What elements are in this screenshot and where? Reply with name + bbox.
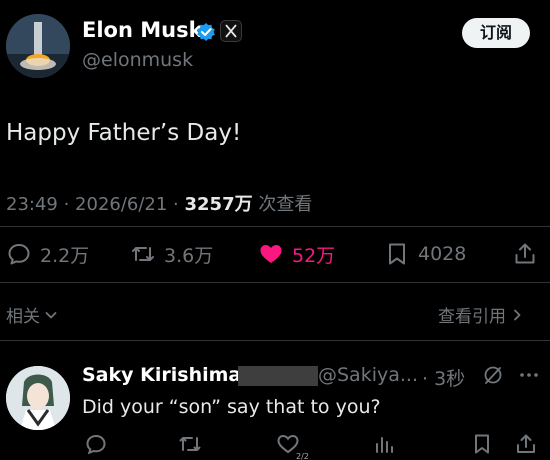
reply-timestamp[interactable]: · 3秒 xyxy=(422,364,465,391)
reply-text: Did your “son” say that to you? xyxy=(82,396,381,418)
divider xyxy=(0,282,550,283)
chevron-down-icon xyxy=(45,311,57,318)
tweet-timestamp[interactable]: 23:49 · 2026/6/21 · xyxy=(6,194,185,215)
verified-badge-icon xyxy=(196,22,216,42)
reply-views-icon[interactable] xyxy=(372,432,396,456)
bookmark-button[interactable]: 4028 xyxy=(384,240,466,268)
x-logo-icon xyxy=(220,20,242,42)
author-handle[interactable]: @elonmusk xyxy=(82,49,193,71)
reply-author-name[interactable]: Saky Kirishima xyxy=(82,364,241,386)
repost-count: 3.6万 xyxy=(164,244,214,267)
tweet-meta: 23:49 · 2026/6/21 · 3257万 次查看 xyxy=(6,190,312,216)
related-dropdown[interactable]: 相关 xyxy=(6,302,58,327)
view-quotes-link[interactable]: 查看引用 xyxy=(438,302,524,327)
bookmark-icon xyxy=(389,243,405,265)
heart-filled-icon xyxy=(260,245,282,263)
divider xyxy=(0,340,550,341)
share-button[interactable] xyxy=(512,240,538,268)
more-options-icon[interactable] xyxy=(518,364,540,386)
views-label: 次查看 xyxy=(252,194,313,215)
reply-reply-icon[interactable] xyxy=(84,432,108,456)
view-quotes-label: 查看引用 xyxy=(438,307,506,327)
repost-button[interactable]: 3.6万 xyxy=(130,240,213,268)
reply-button[interactable]: 2.2万 xyxy=(6,240,89,268)
chevron-right-icon xyxy=(514,309,521,320)
subscribe-button[interactable]: 订阅 xyxy=(462,18,530,48)
reply-count: 2.2万 xyxy=(40,244,90,267)
page-indicator: 2/2 xyxy=(296,452,309,460)
reply-share-icon[interactable] xyxy=(514,432,538,456)
reply-author-handle[interactable]: @Sakiya... xyxy=(318,364,418,386)
reply-icon xyxy=(8,244,30,265)
views-count: 3257万 xyxy=(184,194,253,215)
author-name[interactable]: Elon Musk xyxy=(82,18,203,42)
divider xyxy=(0,226,550,227)
tweet-text: Happy Father’s Day! xyxy=(6,120,242,146)
like-button[interactable]: 52万 xyxy=(258,240,335,268)
bookmark-count: 4028 xyxy=(418,243,467,265)
reply-repost-icon[interactable] xyxy=(178,432,202,456)
reply-avatar[interactable] xyxy=(6,366,70,430)
reply-bookmark-icon[interactable] xyxy=(470,432,494,456)
grok-icon[interactable] xyxy=(482,364,504,386)
author-avatar[interactable] xyxy=(6,14,70,78)
related-label: 相关 xyxy=(6,307,40,327)
redaction-bar xyxy=(238,366,318,386)
like-count: 52万 xyxy=(292,244,336,267)
share-icon xyxy=(515,243,535,264)
repost-icon xyxy=(132,247,154,261)
